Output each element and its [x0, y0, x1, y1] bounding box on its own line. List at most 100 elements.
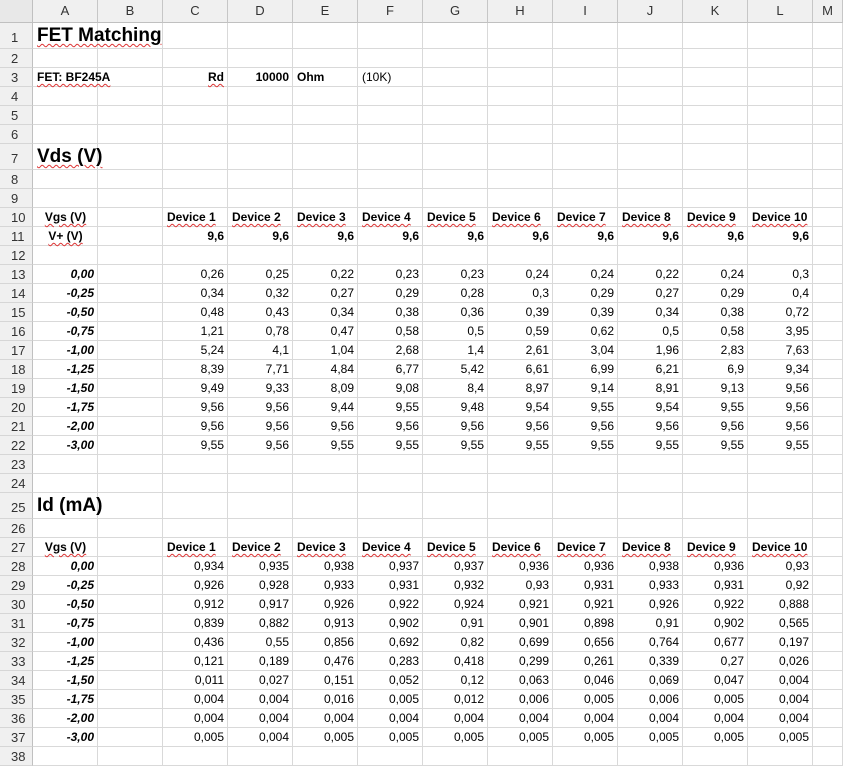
grid-cell[interactable]	[813, 68, 843, 87]
grid-cell[interactable]	[98, 709, 163, 728]
grid-cell[interactable]	[228, 519, 293, 538]
grid-cell[interactable]	[98, 671, 163, 690]
grid-cell[interactable]	[813, 747, 843, 766]
vds-value-cell[interactable]: 0,24	[488, 265, 553, 284]
grid-cell[interactable]	[98, 417, 163, 436]
grid-cell[interactable]	[553, 455, 618, 474]
grid-cell[interactable]	[748, 170, 813, 189]
grid-cell[interactable]	[553, 493, 618, 519]
grid-cell[interactable]	[98, 246, 163, 265]
id-value-cell[interactable]: 0,261	[553, 652, 618, 671]
grid-cell[interactable]	[98, 557, 163, 576]
grid-cell[interactable]	[813, 417, 843, 436]
vds-value-cell[interactable]: 7,71	[228, 360, 293, 379]
grid-cell[interactable]	[98, 87, 163, 106]
vds-value-cell[interactable]: 3,95	[748, 322, 813, 341]
row-header-9[interactable]: 9	[0, 189, 33, 208]
grid-cell[interactable]	[488, 49, 553, 68]
vds-vgs-value[interactable]: -3,00	[33, 436, 98, 455]
grid-cell[interactable]	[423, 144, 488, 170]
id-value-cell[interactable]: 0,93	[488, 576, 553, 595]
grid-cell[interactable]	[813, 125, 843, 144]
id-value-cell[interactable]: 0,011	[163, 671, 228, 690]
grid-cell[interactable]	[813, 728, 843, 747]
id-value-cell[interactable]: 0,005	[553, 728, 618, 747]
vds-value-cell[interactable]: 9,55	[358, 436, 423, 455]
grid-cell[interactable]	[553, 519, 618, 538]
grid-cell[interactable]	[423, 68, 488, 87]
vds-value-cell[interactable]: 0,28	[423, 284, 488, 303]
grid-cell[interactable]	[748, 189, 813, 208]
grid-cell[interactable]	[98, 322, 163, 341]
id-value-cell[interactable]: 0,004	[423, 709, 488, 728]
id-device-header[interactable]: Device 1	[163, 538, 228, 557]
id-value-cell[interactable]: 0,063	[488, 671, 553, 690]
grid-cell[interactable]	[98, 614, 163, 633]
grid-cell[interactable]	[358, 125, 423, 144]
grid-cell[interactable]	[553, 68, 618, 87]
grid-cell[interactable]	[748, 106, 813, 125]
grid-cell[interactable]	[813, 633, 843, 652]
grid-cell[interactable]	[163, 474, 228, 493]
vds-value-cell[interactable]: 0,59	[488, 322, 553, 341]
id-value-cell[interactable]: 0,938	[618, 557, 683, 576]
grid-cell[interactable]	[358, 189, 423, 208]
id-vgs-value[interactable]: -0,75	[33, 614, 98, 633]
vds-value-cell[interactable]: 9,56	[748, 417, 813, 436]
grid-cell[interactable]	[98, 576, 163, 595]
vds-value-cell[interactable]: 0,24	[683, 265, 748, 284]
grid-cell[interactable]	[423, 106, 488, 125]
grid-cell[interactable]	[488, 68, 553, 87]
grid-cell[interactable]	[553, 23, 618, 49]
grid-cell[interactable]	[488, 87, 553, 106]
id-value-cell[interactable]: 0,924	[423, 595, 488, 614]
vds-value-cell[interactable]: 9,08	[358, 379, 423, 398]
grid-cell[interactable]	[813, 455, 843, 474]
grid-cell[interactable]	[618, 493, 683, 519]
grid-cell[interactable]	[683, 106, 748, 125]
grid-cell[interactable]	[33, 49, 98, 68]
vds-value-cell[interactable]: 6,21	[618, 360, 683, 379]
grid-cell[interactable]	[98, 125, 163, 144]
id-value-cell[interactable]: 0,121	[163, 652, 228, 671]
grid-cell[interactable]	[618, 474, 683, 493]
grid-cell[interactable]	[423, 87, 488, 106]
grid-cell[interactable]	[813, 652, 843, 671]
id-device-header[interactable]: Device 6	[488, 538, 553, 557]
grid-cell[interactable]	[163, 519, 228, 538]
id-value-cell[interactable]: 0,299	[488, 652, 553, 671]
grid-cell[interactable]	[813, 671, 843, 690]
grid-cell[interactable]	[813, 208, 843, 227]
grid-cell[interactable]	[748, 455, 813, 474]
grid-cell[interactable]	[293, 519, 358, 538]
grid-cell[interactable]	[683, 87, 748, 106]
grid-cell[interactable]	[553, 87, 618, 106]
row-header-1[interactable]: 1	[0, 23, 33, 49]
spreadsheet-grid[interactable]: A B C D E F G H I J K L M 1 2 3 4 5 6 7 8 9 10 11 12 13 14 15 16 17 18…	[0, 0, 843, 766]
row-header-26[interactable]: 26	[0, 519, 33, 538]
id-value-cell[interactable]: 0,004	[618, 709, 683, 728]
vds-value-cell[interactable]: 9,14	[553, 379, 618, 398]
vds-value-cell[interactable]: 9,49	[163, 379, 228, 398]
grid-cell[interactable]	[358, 170, 423, 189]
id-value-cell[interactable]: 0,004	[358, 709, 423, 728]
grid-cell[interactable]	[228, 125, 293, 144]
row-header-6[interactable]: 6	[0, 125, 33, 144]
grid-cell[interactable]	[163, 106, 228, 125]
rd-label[interactable]: Rd	[163, 68, 228, 87]
row-header-8[interactable]: 8	[0, 170, 33, 189]
vds-vgs-value[interactable]: -1,25	[33, 360, 98, 379]
id-value-cell[interactable]: 0,004	[228, 709, 293, 728]
grid-cell[interactable]	[293, 493, 358, 519]
vds-value-cell[interactable]: 0,29	[553, 284, 618, 303]
grid-cell[interactable]	[683, 747, 748, 766]
row-header-27[interactable]: 27	[0, 538, 33, 557]
vds-value-cell[interactable]: 5,42	[423, 360, 488, 379]
column-header-h[interactable]: H	[488, 0, 553, 23]
id-value-cell[interactable]: 0,931	[683, 576, 748, 595]
vplus-value[interactable]: 9,6	[423, 227, 488, 246]
id-device-header[interactable]: Device 4	[358, 538, 423, 557]
grid-cell[interactable]	[98, 652, 163, 671]
grid-cell[interactable]	[293, 474, 358, 493]
vds-value-cell[interactable]: 0,43	[228, 303, 293, 322]
